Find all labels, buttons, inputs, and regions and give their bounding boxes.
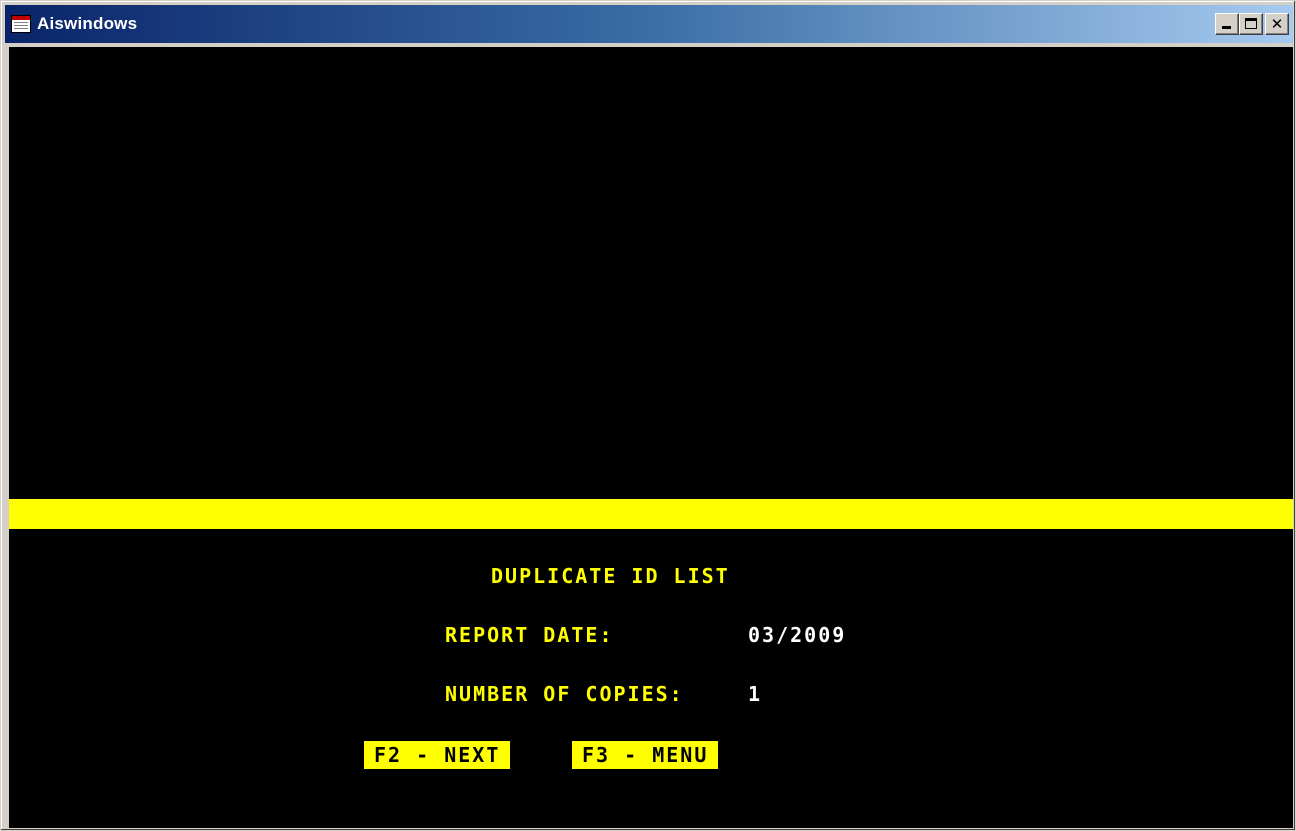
- separator-bar: [9, 499, 1293, 529]
- f2-next-button[interactable]: F2 - NEXT: [364, 741, 511, 769]
- window-controls: ✕: [1215, 13, 1289, 35]
- copies-field[interactable]: 1: [748, 681, 762, 707]
- report-date-field[interactable]: 03/2009: [748, 622, 846, 648]
- application-window: Aiswindows ✕ DUPLICATE ID LIST REPORT DA…: [0, 0, 1296, 831]
- screen-heading: DUPLICATE ID LIST: [491, 564, 730, 588]
- close-button[interactable]: ✕: [1265, 13, 1289, 35]
- close-icon: ✕: [1270, 15, 1284, 33]
- report-date-label: REPORT DATE:: [445, 623, 614, 647]
- f3-menu-button[interactable]: F3 - MENU: [572, 741, 719, 769]
- maximize-button[interactable]: [1239, 13, 1263, 35]
- minimize-button[interactable]: [1215, 13, 1239, 35]
- terminal-screen[interactable]: DUPLICATE ID LIST REPORT DATE: 03/2009 N…: [9, 47, 1293, 828]
- title-bar[interactable]: Aiswindows ✕: [5, 5, 1293, 43]
- minimize-icon: [1222, 26, 1231, 29]
- window-title: Aiswindows: [37, 14, 138, 33]
- copies-label: NUMBER OF COPIES:: [445, 682, 684, 706]
- maximize-icon: [1245, 18, 1257, 29]
- app-window-icon[interactable]: [11, 15, 31, 33]
